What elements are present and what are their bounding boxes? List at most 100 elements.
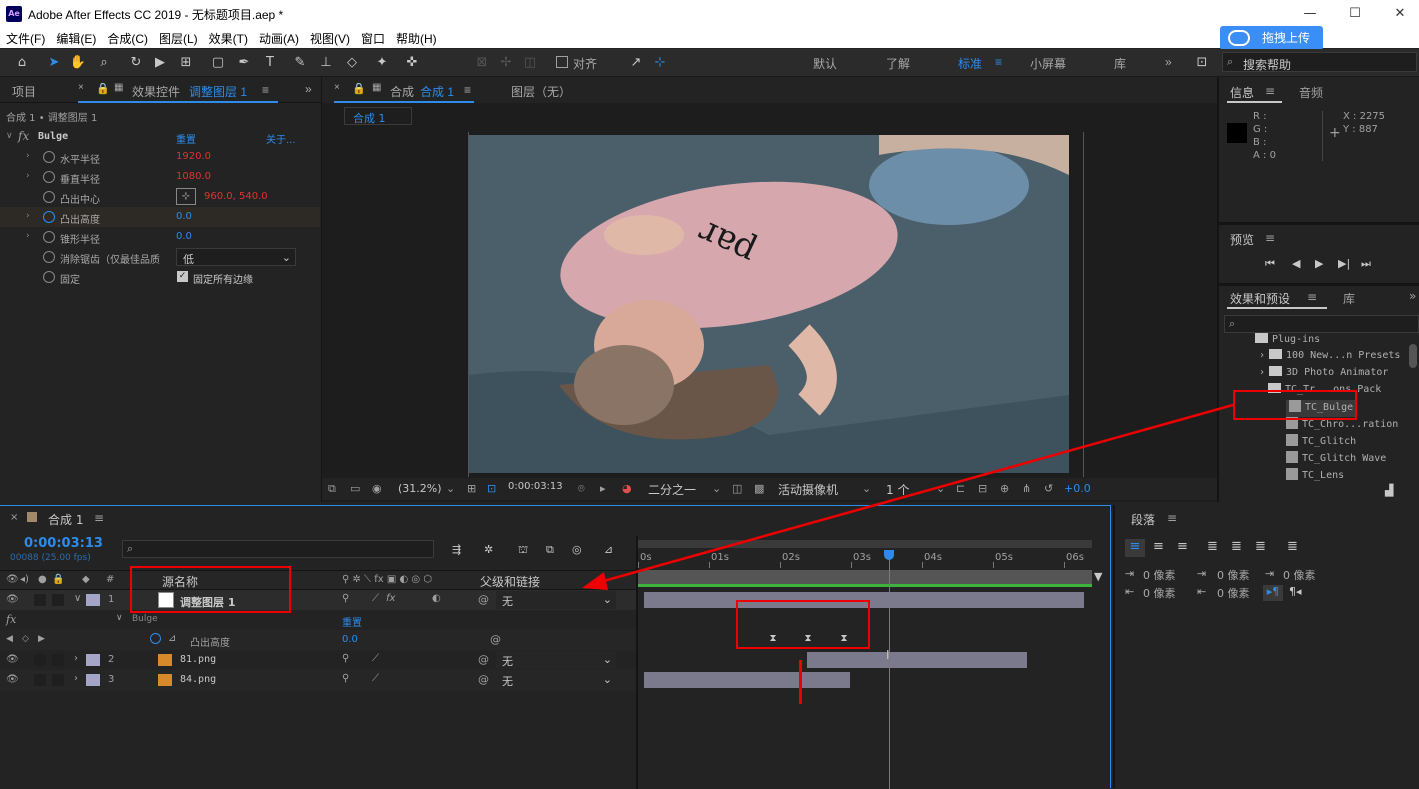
align-right-icon[interactable]: ≡ <box>1177 539 1188 554</box>
tab-effects-presets[interactable]: 效果和预设 <box>1230 290 1290 307</box>
timeline-icon[interactable]: ⊟ <box>978 482 987 495</box>
frame-blending-icon[interactable]: ⧉ <box>546 543 554 557</box>
fx-icon[interactable]: fx <box>6 613 16 626</box>
menu-edit[interactable]: 编辑(E) <box>50 28 101 47</box>
lock-icon[interactable]: 🔒 <box>52 574 64 585</box>
reset-exposure-icon[interactable]: ↺ <box>1044 482 1053 495</box>
quality-icon[interactable]: ⟋ <box>372 593 379 604</box>
menu-effect[interactable]: 效果(T) <box>203 28 253 47</box>
layer-bar[interactable] <box>644 672 850 688</box>
menu-help[interactable]: 帮助(H) <box>390 28 442 47</box>
motion-blur-icon[interactable]: ◎ <box>572 543 582 556</box>
layer-row[interactable]: 👁 ∨ 1 调整图层 1 ⚲ ⟋ fx ◐ @ 无 ⌄ <box>0 590 636 610</box>
next-keyframe-icon[interactable]: ▶ <box>38 634 45 644</box>
prop-value[interactable]: 960.0, 540.0 <box>204 191 268 202</box>
close-icon[interactable]: ✕ <box>1385 4 1415 24</box>
workspace-standard[interactable]: 标准 <box>958 55 982 72</box>
work-area-bar[interactable] <box>638 540 1092 548</box>
draft-3d-icon[interactable]: ✲ <box>484 543 493 556</box>
justify-center-icon[interactable]: ≣ <box>1231 539 1242 554</box>
space-after-value[interactable]: 0 像素 <box>1217 585 1250 601</box>
tab-effect-layer[interactable]: 调整图层 1 <box>189 83 247 100</box>
audio-switch-icon[interactable]: ◂) <box>20 574 29 585</box>
panel-menu-icon[interactable]: ≡ <box>464 83 471 97</box>
next-frame-icon[interactable]: ▶| <box>1338 257 1350 270</box>
stopwatch-icon[interactable] <box>43 251 55 263</box>
exposure-value[interactable]: +0.0 <box>1064 482 1091 495</box>
prop-value[interactable]: 1920.0 <box>176 151 211 162</box>
label-color[interactable] <box>86 674 100 686</box>
parent-select[interactable]: 无 ⌄ <box>496 671 616 689</box>
shy-icon[interactable]: ⚲ <box>342 673 349 684</box>
fx-icon[interactable]: fx <box>18 129 29 143</box>
text-tool-icon[interactable]: T <box>260 53 280 73</box>
menu-file[interactable]: 文件(F) <box>0 28 50 47</box>
crosshair-icon[interactable]: ⊹ <box>176 188 196 205</box>
snap-checkbox[interactable] <box>556 56 568 68</box>
panel-menu-icon[interactable]: ≡ <box>94 511 104 525</box>
tab-composition[interactable]: 合成 <box>390 83 414 100</box>
column-parent[interactable]: 父级和链接 <box>480 573 540 590</box>
tab-info[interactable]: 信息 <box>1230 84 1254 101</box>
layer-bar[interactable] <box>807 652 1027 668</box>
fx-switch-icon[interactable]: fx <box>386 593 395 604</box>
clone-stamp-icon[interactable]: ⊥ <box>316 53 336 73</box>
pin-edges-checkbox[interactable]: ✓ <box>177 271 188 282</box>
align-center-icon[interactable]: ≡ <box>1153 539 1164 554</box>
stopwatch-icon[interactable] <box>43 151 55 163</box>
align-left-icon[interactable]: ≡ <box>1125 539 1145 557</box>
parent-select[interactable]: 无 ⌄ <box>496 591 616 609</box>
timeline-timecode[interactable]: 0:00:03:13 <box>24 536 103 551</box>
brush-tool-icon[interactable]: ✎ <box>290 53 310 73</box>
region-icon[interactable]: ⊡ <box>487 482 496 495</box>
pickwhip-icon[interactable]: @ <box>490 633 501 646</box>
viewer-timecode[interactable]: 0:00:03:13 <box>508 481 568 497</box>
fast-previews-icon[interactable]: ▩ <box>754 482 764 495</box>
quality-icon[interactable]: ⟋ <box>372 673 379 684</box>
stopwatch-icon[interactable] <box>43 231 55 243</box>
expand-icon[interactable]: › <box>26 151 30 161</box>
rectangle-tool-icon[interactable]: ▢ <box>208 53 228 73</box>
list-item[interactable]: › 3D Photo Animator <box>1259 366 1388 383</box>
lock-box[interactable] <box>52 594 64 606</box>
workspace-small-screen[interactable]: 小屏幕 <box>1030 55 1066 72</box>
panel-menu-icon[interactable]: ≡ <box>262 83 269 97</box>
camera-tool-icon[interactable]: ▶ <box>150 53 170 73</box>
more-tabs-icon[interactable]: » <box>305 82 312 96</box>
pickwhip-icon[interactable]: @ <box>478 593 489 606</box>
playhead-handle[interactable] <box>884 550 894 560</box>
adjustment-icon[interactable]: ◐ <box>432 593 441 604</box>
3d-renderer-icon[interactable]: ⋔ <box>1022 482 1031 495</box>
resolution-select[interactable]: 二分之一 <box>648 481 696 498</box>
snap-opt-icon[interactable]: ↗ <box>626 53 646 73</box>
shy-icon[interactable]: ⚲ <box>342 653 349 664</box>
label-icon[interactable]: ◆ <box>82 574 90 585</box>
menu-layer[interactable]: 图层(L) <box>153 28 203 47</box>
tab-effect-controls[interactable]: 效果控件 <box>132 83 180 100</box>
prev-keyframe-icon[interactable]: ◀ <box>6 634 13 644</box>
home-icon[interactable]: ⌂ <box>12 53 32 73</box>
list-item[interactable]: Plug-ins <box>1255 333 1320 350</box>
roto-brush-icon[interactable]: ✦ <box>372 53 392 73</box>
tab-composition-name[interactable]: 合成 1 <box>420 83 454 100</box>
effects-search-input[interactable]: ⌕ <box>1224 315 1419 333</box>
stopwatch-icon[interactable] <box>150 633 161 644</box>
pan-behind-tool-icon[interactable]: ⊞ <box>176 53 196 73</box>
grid-icon[interactable]: ⊞ <box>467 482 476 495</box>
menu-view[interactable]: 视图(V) <box>304 28 355 47</box>
label-color[interactable] <box>86 594 100 606</box>
rtl-icon[interactable]: ¶◂ <box>1289 585 1302 598</box>
stopwatch-icon[interactable] <box>43 171 55 183</box>
menu-animation[interactable]: 动画(A) <box>253 28 304 47</box>
ltr-icon[interactable]: ▸¶ <box>1263 585 1283 601</box>
expand-icon[interactable]: ∨ <box>74 593 81 604</box>
toggle-pixel-icon[interactable]: ⊏ <box>956 482 965 495</box>
timeline-end-icon[interactable]: ▼ <box>1094 570 1102 583</box>
more-workspaces-icon[interactable]: » <box>1165 55 1172 69</box>
list-item[interactable]: TC_Glitch <box>1286 434 1356 451</box>
pickwhip-icon[interactable]: @ <box>478 653 489 666</box>
tab-audio[interactable]: 音频 <box>1299 84 1323 101</box>
justify-left-icon[interactable]: ≣ <box>1207 539 1218 554</box>
timeline-tab[interactable]: 合成 1 <box>48 511 83 528</box>
eye-icon[interactable]: 👁 <box>6 674 19 685</box>
